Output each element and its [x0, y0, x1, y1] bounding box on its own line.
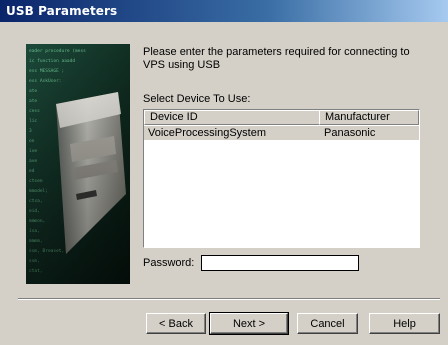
wizard-side-image: eader procedure (messic function aaaddes…	[26, 44, 130, 284]
device-list-header: Device ID Manufacturer	[144, 110, 419, 125]
password-label: Password:	[143, 257, 195, 269]
title-bar[interactable]: USB Parameters	[0, 0, 448, 22]
computer-tower-icon: eader procedure (messic function aaaddes…	[26, 44, 130, 284]
button-separator	[18, 298, 440, 300]
cancel-button[interactable]: Cancel	[297, 313, 358, 334]
column-header-manufacturer[interactable]: Manufacturer	[319, 110, 419, 125]
window-title: USB Parameters	[6, 4, 118, 18]
table-row[interactable]: VoiceProcessingSystem Panasonic	[144, 126, 419, 140]
intro-line-1: Please enter the parameters required for…	[143, 46, 410, 58]
intro-line-2: VPS using USB	[143, 59, 221, 71]
select-device-label: Select Device To Use:	[143, 93, 251, 105]
password-field[interactable]	[201, 255, 359, 271]
help-button[interactable]: Help	[369, 313, 440, 334]
next-button[interactable]: Next >	[209, 312, 289, 335]
device-list[interactable]: Device ID Manufacturer VoiceProcessingSy…	[143, 109, 420, 248]
usb-parameters-dialog: USB Parameters eader procedure	[0, 0, 448, 345]
device-id-cell: VoiceProcessingSystem	[148, 127, 266, 139]
manufacturer-cell: Panasonic	[324, 127, 376, 139]
back-button[interactable]: < Back	[146, 313, 206, 334]
intro-text: Please enter the parameters required for…	[143, 46, 433, 72]
column-header-device-id[interactable]: Device ID	[144, 110, 320, 125]
